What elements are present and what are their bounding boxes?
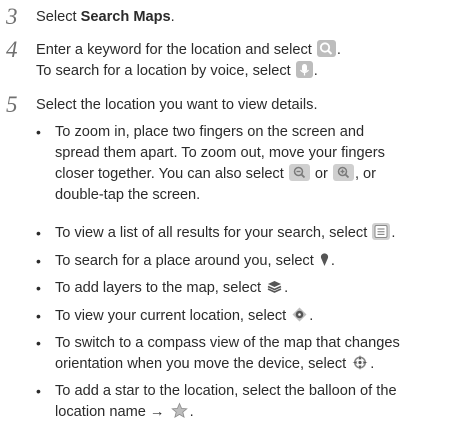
bullet-dot: •: [36, 253, 41, 269]
step-3-post: .: [170, 9, 175, 25]
bullet-dot: •: [36, 383, 41, 399]
step-5-line-1: Select the location you want to view det…: [36, 97, 318, 113]
step-text: Select the location you want to view det…: [36, 95, 452, 116]
microphone-icon: [295, 61, 313, 78]
bullet-dot: •: [36, 124, 41, 140]
search-icon: [316, 40, 336, 57]
place-pin-icon: [319, 251, 330, 268]
step-number: 4: [6, 37, 18, 62]
step-4-line-2: To search for a location by voice, selec…: [36, 61, 318, 79]
layers-icon: [266, 278, 283, 295]
step-text: Enter a keyword for the location and sel…: [36, 40, 452, 82]
star-icon: [170, 402, 189, 419]
step-3-pre: Select: [36, 9, 81, 25]
current-location-icon: [291, 306, 308, 323]
compass-icon: [351, 354, 369, 371]
bullet-dot: •: [36, 308, 41, 324]
zoom-in-icon: [332, 164, 354, 181]
manual-page: 3 Select Search Maps. 4 Enter a keyword …: [0, 0, 458, 422]
bullet-dot: •: [36, 280, 41, 296]
step-4-line-1: Enter a keyword for the location and sel…: [36, 40, 341, 58]
list-icon: [372, 223, 391, 240]
step-number: 5: [6, 92, 18, 117]
step-text: Select Search Maps.: [36, 7, 452, 28]
search-maps-label: Search Maps: [80, 9, 171, 25]
bullet-dot: •: [36, 335, 41, 351]
zoom-out-icon: [288, 164, 310, 181]
bullet-dot: •: [36, 225, 41, 241]
step-number: 3: [6, 4, 18, 29]
